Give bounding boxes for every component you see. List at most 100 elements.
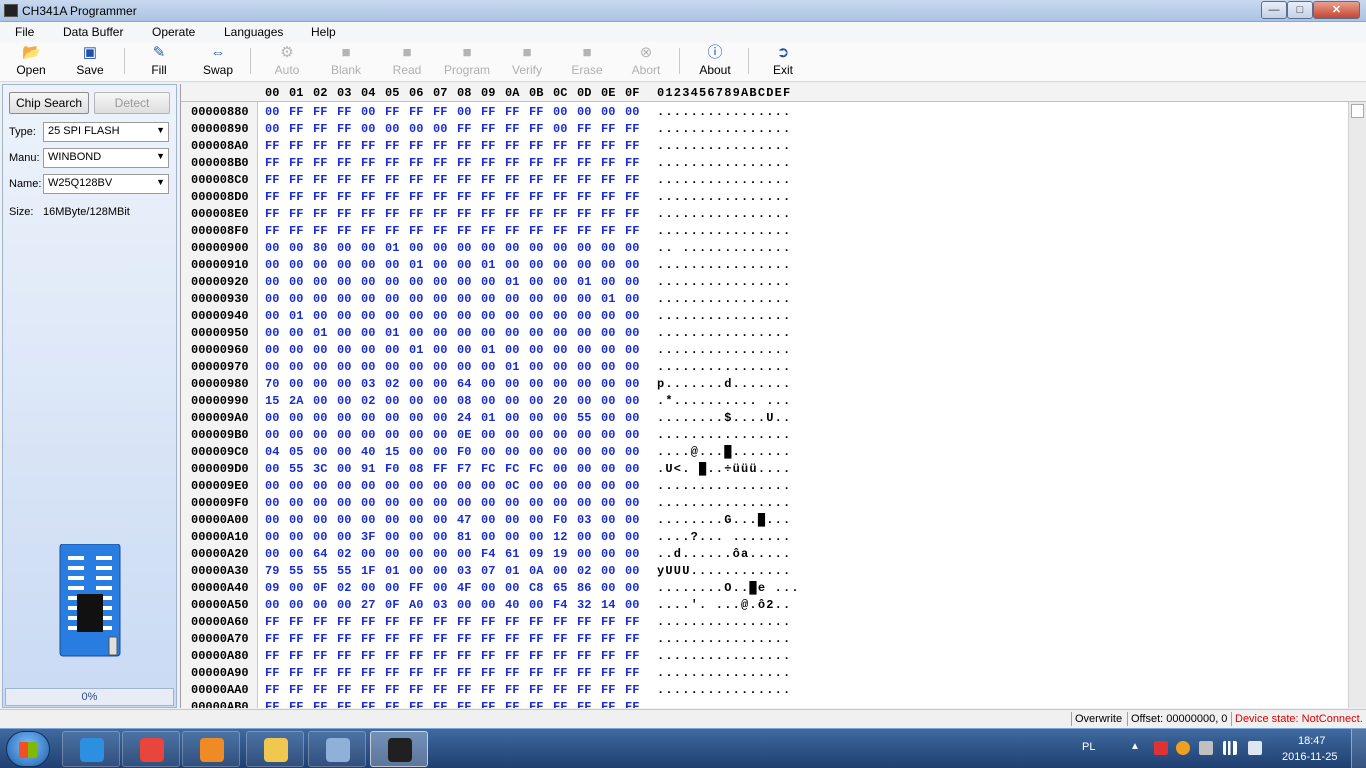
hex-byte[interactable]: FF: [601, 683, 615, 697]
network-signal-icon[interactable]: [1223, 741, 1237, 755]
hex-byte[interactable]: 00: [361, 122, 375, 136]
hex-byte[interactable]: FF: [457, 207, 471, 221]
hex-byte[interactable]: 00: [457, 598, 471, 612]
hex-byte[interactable]: 00: [625, 258, 639, 272]
hex-byte[interactable]: FF: [625, 632, 639, 646]
hex-byte[interactable]: 00: [289, 513, 303, 527]
hex-byte[interactable]: 00: [361, 326, 375, 340]
hex-byte[interactable]: 01: [481, 411, 495, 425]
hex-byte[interactable]: 00: [625, 394, 639, 408]
hex-byte[interactable]: FF: [313, 122, 327, 136]
taskbar-button[interactable]: [62, 731, 120, 767]
hex-byte[interactable]: 00: [265, 360, 279, 374]
hex-byte[interactable]: FF: [553, 700, 567, 708]
hex-byte[interactable]: FF: [577, 156, 591, 170]
hex-byte[interactable]: FF: [337, 632, 351, 646]
hex-byte[interactable]: 00: [337, 377, 351, 391]
hex-byte[interactable]: 00: [529, 275, 543, 289]
hex-byte[interactable]: 00: [529, 530, 543, 544]
hex-byte[interactable]: FF: [433, 700, 447, 708]
hex-byte[interactable]: 3C: [313, 462, 327, 476]
hex-byte[interactable]: 00: [313, 292, 327, 306]
hex-byte[interactable]: 00: [625, 581, 639, 595]
hex-byte[interactable]: 09: [265, 581, 279, 595]
hex-byte[interactable]: FF: [385, 156, 399, 170]
hex-byte[interactable]: FF: [529, 139, 543, 153]
hex-byte[interactable]: FF: [313, 190, 327, 204]
hex-byte[interactable]: 00: [433, 343, 447, 357]
hex-byte[interactable]: FF: [361, 632, 375, 646]
hex-byte[interactable]: FF: [289, 190, 303, 204]
hex-byte[interactable]: 00: [409, 564, 423, 578]
hex-byte[interactable]: 00: [385, 275, 399, 289]
hex-byte[interactable]: FF: [553, 649, 567, 663]
chip-search-button[interactable]: Chip Search: [9, 92, 89, 114]
hex-byte[interactable]: FF: [481, 224, 495, 238]
hex-byte[interactable]: 00: [433, 411, 447, 425]
hex-byte[interactable]: 00: [481, 394, 495, 408]
hex-byte[interactable]: 00: [577, 547, 591, 561]
hex-byte[interactable]: 05: [289, 445, 303, 459]
hex-byte[interactable]: 00: [457, 105, 471, 119]
hex-byte[interactable]: 00: [265, 479, 279, 493]
hex-byte[interactable]: 00: [361, 581, 375, 595]
hex-byte[interactable]: 00: [433, 428, 447, 442]
hex-byte[interactable]: FF: [313, 700, 327, 708]
hex-byte[interactable]: FF: [481, 666, 495, 680]
hex-byte[interactable]: 01: [289, 309, 303, 323]
hex-byte[interactable]: 00: [433, 241, 447, 255]
hex-byte[interactable]: FF: [313, 632, 327, 646]
hex-byte[interactable]: FF: [505, 666, 519, 680]
hex-byte[interactable]: 00: [625, 411, 639, 425]
hex-byte[interactable]: 00: [625, 462, 639, 476]
hex-byte[interactable]: FF: [409, 615, 423, 629]
hex-byte[interactable]: 00: [481, 496, 495, 510]
hex-byte[interactable]: 00: [457, 496, 471, 510]
hex-byte[interactable]: 00: [481, 241, 495, 255]
hex-byte[interactable]: 15: [385, 445, 399, 459]
hex-byte[interactable]: 00: [433, 445, 447, 459]
hex-byte[interactable]: FF: [385, 683, 399, 697]
hex-byte[interactable]: 00: [481, 275, 495, 289]
hex-byte[interactable]: 00: [289, 496, 303, 510]
hex-byte[interactable]: FF: [553, 190, 567, 204]
hex-byte[interactable]: 00: [433, 530, 447, 544]
hex-byte[interactable]: 00: [337, 343, 351, 357]
manufacturer-select[interactable]: WINBOND ▼: [43, 148, 169, 168]
hex-byte[interactable]: FF: [457, 173, 471, 187]
hex-byte[interactable]: 00: [601, 241, 615, 255]
hex-byte[interactable]: 00: [553, 241, 567, 255]
hex-byte[interactable]: 00: [577, 241, 591, 255]
hex-byte[interactable]: 00: [553, 292, 567, 306]
hex-byte[interactable]: FF: [457, 649, 471, 663]
hex-byte[interactable]: FF: [433, 649, 447, 663]
hex-byte[interactable]: FF: [385, 224, 399, 238]
hex-byte[interactable]: 00: [361, 360, 375, 374]
hex-byte[interactable]: FF: [409, 649, 423, 663]
hex-byte[interactable]: 00: [385, 258, 399, 272]
hex-byte[interactable]: 15: [265, 394, 279, 408]
hex-byte[interactable]: FF: [505, 190, 519, 204]
hex-byte[interactable]: 00: [601, 377, 615, 391]
hex-byte[interactable]: FF: [481, 649, 495, 663]
hex-byte[interactable]: 03: [361, 377, 375, 391]
hex-byte[interactable]: FF: [457, 615, 471, 629]
hex-byte[interactable]: 00: [625, 275, 639, 289]
hex-byte[interactable]: 00: [601, 513, 615, 527]
hex-byte[interactable]: F4: [481, 547, 495, 561]
hex-byte[interactable]: 00: [529, 241, 543, 255]
hex-byte[interactable]: 00: [289, 547, 303, 561]
hex-byte[interactable]: FF: [289, 156, 303, 170]
hex-byte[interactable]: FF: [505, 105, 519, 119]
hex-byte[interactable]: FF: [385, 105, 399, 119]
hex-byte[interactable]: FF: [337, 173, 351, 187]
hex-byte[interactable]: 00: [481, 360, 495, 374]
hex-byte[interactable]: 00: [457, 547, 471, 561]
hex-byte[interactable]: 00: [265, 241, 279, 255]
hex-byte[interactable]: FF: [625, 173, 639, 187]
hex-byte[interactable]: FF: [265, 649, 279, 663]
hex-byte[interactable]: FF: [625, 224, 639, 238]
hex-byte[interactable]: 00: [385, 292, 399, 306]
hex-byte[interactable]: FF: [385, 173, 399, 187]
hex-byte[interactable]: FF: [625, 700, 639, 708]
